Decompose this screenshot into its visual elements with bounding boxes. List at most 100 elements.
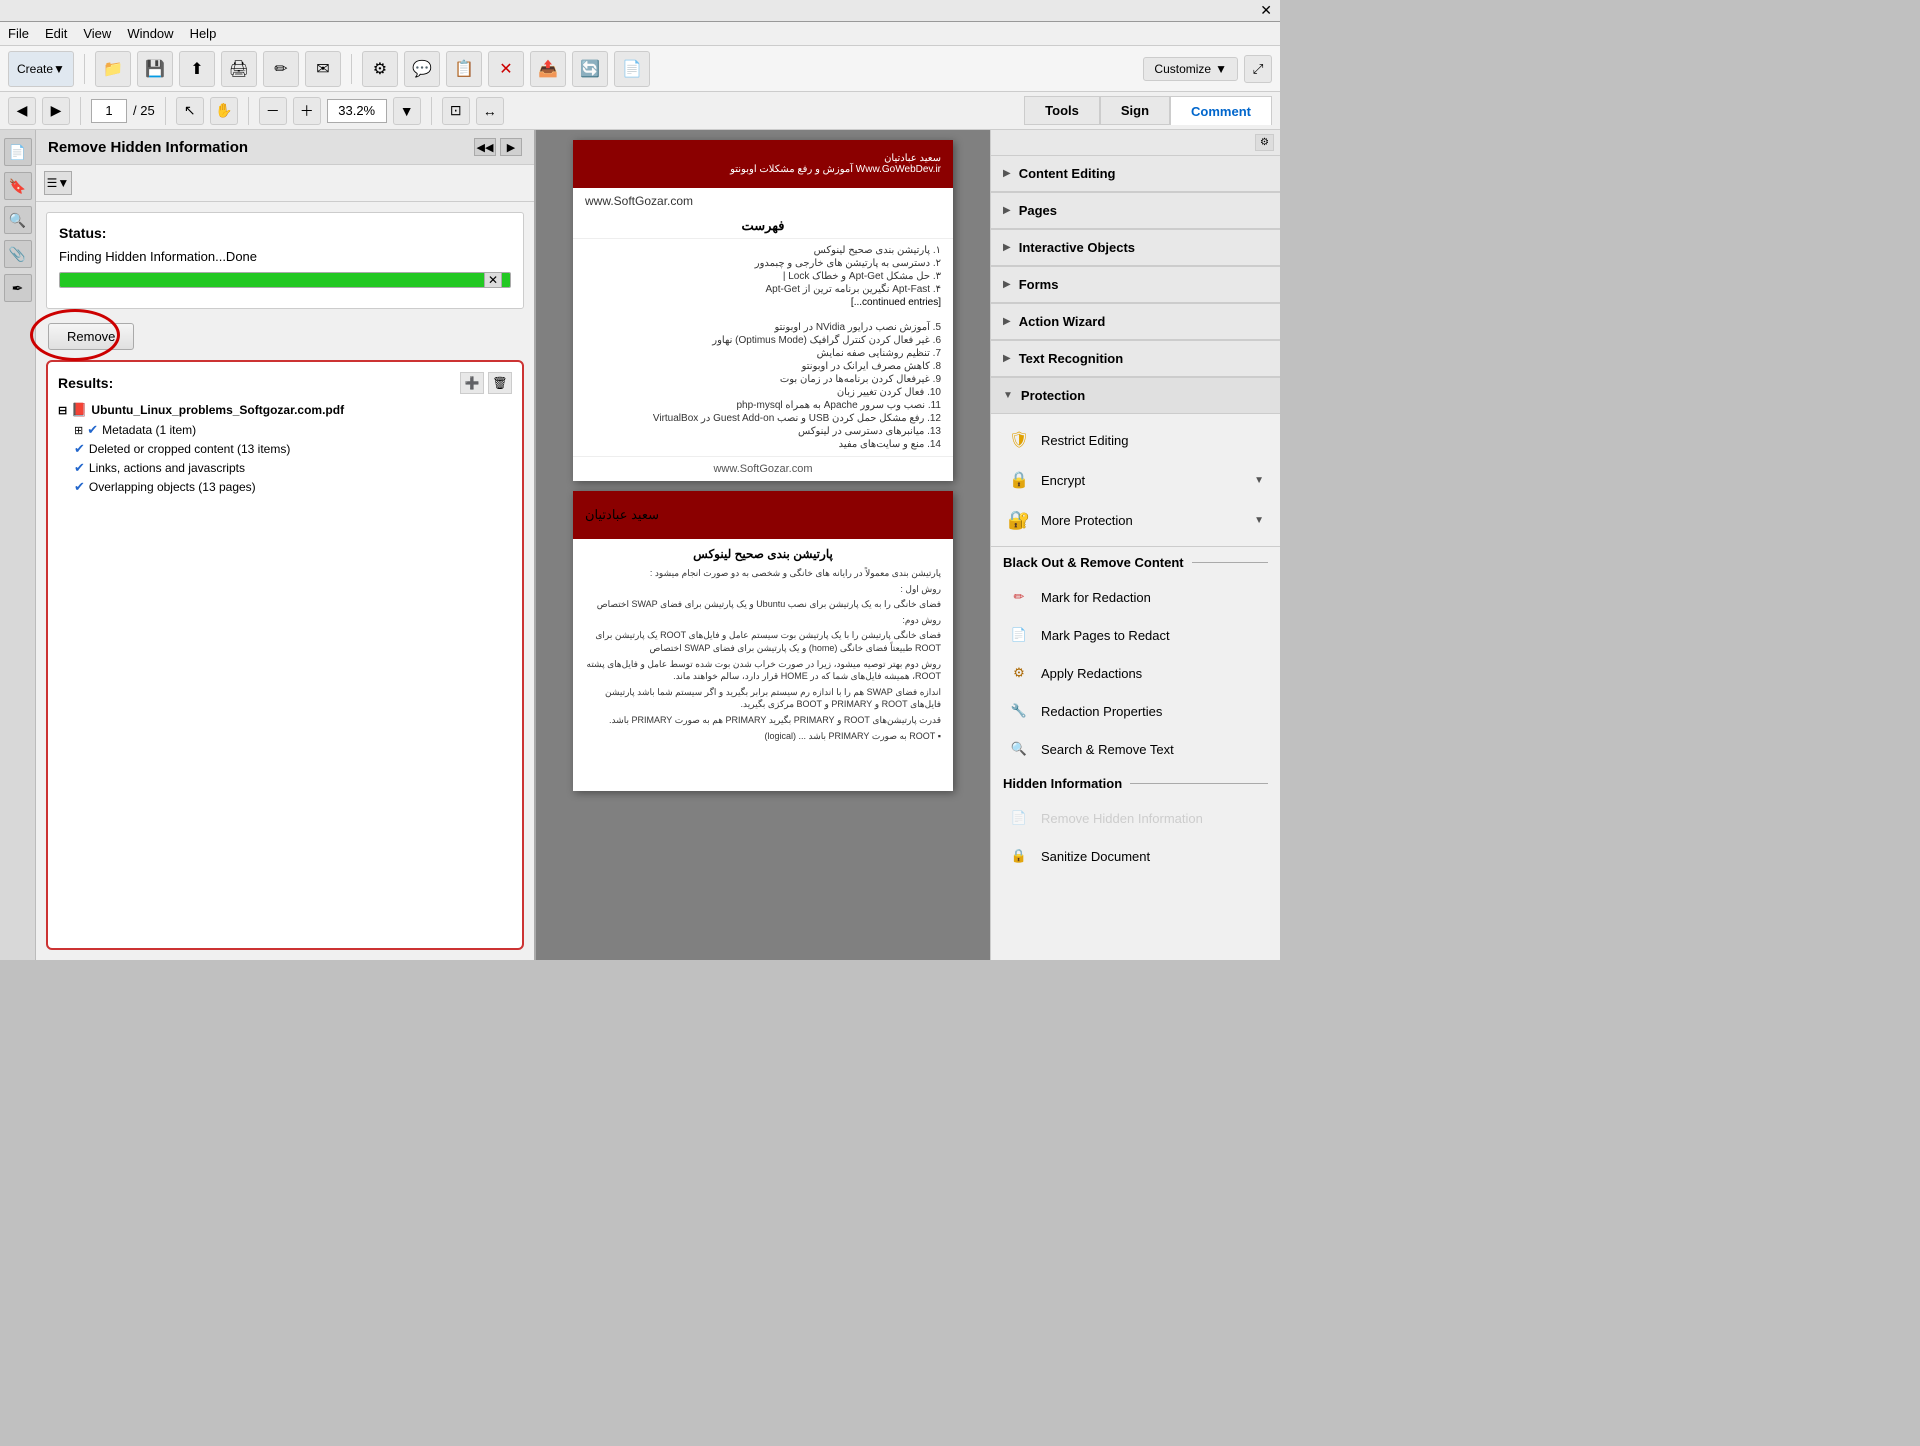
tree-metadata-text: Metadata (1 item): [102, 423, 196, 437]
fit-width[interactable]: ↔: [476, 97, 504, 125]
tab-tools[interactable]: Tools: [1024, 96, 1100, 125]
tree-links-text: Links, actions and javascripts: [89, 461, 245, 475]
refresh-button[interactable]: 🔄: [572, 51, 608, 87]
results-label: Results:: [58, 375, 113, 391]
left-sidebar: 📄 🔖 🔍 📎 ✒: [0, 130, 36, 960]
nav-back[interactable]: ◀: [8, 97, 36, 125]
sidebar-attachment-icon[interactable]: 📎: [4, 240, 32, 268]
expand-button[interactable]: ⤢: [1244, 55, 1272, 83]
tree-root-filename: Ubuntu_Linux_problems_Softgozar.com.pdf: [91, 403, 344, 417]
tree-deleted-check[interactable]: ✔: [74, 441, 85, 457]
results-header: Results: ➕ 🗑: [58, 372, 512, 394]
tree-root-item[interactable]: ⊟ 📕 Ubuntu_Linux_problems_Softgozar.com.…: [58, 402, 512, 418]
navbar: ◀ ▶ / 25 ↖ ✋ － ＋ ▼ ⊡ ↔ Tools Sign Commen…: [0, 92, 1280, 130]
close-icon[interactable]: ✕: [1260, 2, 1272, 19]
pages-label: Pages: [1019, 203, 1057, 218]
menu-edit[interactable]: Edit: [45, 26, 67, 41]
print-button[interactable]: 🖨: [221, 51, 257, 87]
forms-label: Forms: [1019, 277, 1059, 292]
right-panel-options: ⚙: [1255, 134, 1274, 151]
sidebar-page-icon[interactable]: 📄: [4, 138, 32, 166]
hidden-info-section-label: Hidden Information: [1003, 776, 1122, 791]
select-tool[interactable]: ↖: [176, 97, 204, 125]
pages-arrow: ▶: [1003, 205, 1011, 216]
menu-window[interactable]: Window: [127, 26, 173, 41]
panel-nav: ◀◀ ▶: [474, 138, 522, 156]
pdf-page2-para4: روش دوم:: [585, 614, 941, 627]
edit-button[interactable]: ✏: [263, 51, 299, 87]
export-button[interactable]: 📤: [530, 51, 566, 87]
text-recognition-label: Text Recognition: [1019, 351, 1123, 366]
pdf-page2-para1: پارتیشن بندی معمولاً در رایانه های خانگی…: [585, 567, 941, 580]
create-button[interactable]: Create ▼: [8, 51, 74, 87]
pdf-page2-para6: روش دوم بهتر توصیه میشود، زیرا در صورت خ…: [585, 658, 941, 683]
sidebar-sign-icon[interactable]: ✒: [4, 274, 32, 302]
protection-encrypt: 🔒 Encrypt ▼: [991, 460, 1280, 500]
nav-separator-2: [165, 97, 166, 125]
tree-metadata-check[interactable]: ✔: [87, 422, 98, 438]
save-button[interactable]: 💾: [137, 51, 173, 87]
create-arrow: ▼: [53, 62, 65, 76]
panel-nav-next[interactable]: ▶: [500, 138, 522, 156]
redaction-properties-icon: 🔧: [1007, 699, 1031, 723]
progress-bar: ✕: [59, 272, 511, 288]
more-protection-label: More Protection: [1041, 513, 1244, 528]
tab-comment[interactable]: Comment: [1170, 96, 1272, 125]
main-layout: 📄 🔖 🔍 📎 ✒ Remove Hidden Information ◀◀ ▶…: [0, 130, 1280, 960]
pdf-page-1: سعید عبادتیان Www.GoWebDev.ir آموزش و رف…: [573, 140, 953, 481]
mark-pages-label: Mark Pages to Redact: [1041, 628, 1170, 643]
remove-hidden-label: Remove Hidden Information: [1041, 811, 1203, 826]
reject-button[interactable]: ✕: [488, 51, 524, 87]
pdf-button[interactable]: 📄: [614, 51, 650, 87]
results-add-button[interactable]: ➕: [460, 372, 484, 394]
upload-button[interactable]: ⬆: [179, 51, 215, 87]
action-remove-hidden-info: 📄 Remove Hidden Information: [991, 799, 1280, 837]
tab-sign[interactable]: Sign: [1100, 96, 1170, 125]
tree-metadata-expand[interactable]: ⊞: [74, 424, 83, 437]
tree-item-links: ✔ Links, actions and javascripts: [74, 460, 512, 476]
pdf-page2-header: سعید عبادتیان: [573, 491, 953, 539]
email-button[interactable]: ✉: [305, 51, 341, 87]
toolbar-separator-1: [84, 54, 85, 84]
page-number-input[interactable]: [91, 99, 127, 123]
sidebar-search-icon[interactable]: 🔍: [4, 206, 32, 234]
menu-help[interactable]: Help: [190, 26, 217, 41]
panel-nav-prev[interactable]: ◀◀: [474, 138, 496, 156]
menu-file[interactable]: File: [8, 26, 29, 41]
remove-button[interactable]: Remove: [48, 323, 134, 350]
action-wizard-label: Action Wizard: [1019, 314, 1106, 329]
zoom-in[interactable]: ＋: [293, 97, 321, 125]
fit-page[interactable]: ⊡: [442, 97, 470, 125]
customize-button[interactable]: Customize ▼: [1143, 57, 1238, 81]
pdf-page1-title: فهرست: [573, 214, 953, 239]
hand-tool[interactable]: ✋: [210, 97, 238, 125]
open-button[interactable]: 📁: [95, 51, 131, 87]
stamp-button[interactable]: 📋: [446, 51, 482, 87]
zoom-arrow[interactable]: ▼: [393, 97, 421, 125]
panel-menu-button[interactable]: ☰▼: [44, 171, 72, 195]
menu-view[interactable]: View: [83, 26, 111, 41]
settings-button[interactable]: ⚙: [362, 51, 398, 87]
section-text-recognition-header: ▶ Text Recognition: [991, 341, 1280, 377]
tree-links-check[interactable]: ✔: [74, 460, 85, 476]
zoom-out[interactable]: －: [259, 97, 287, 125]
progress-close-button[interactable]: ✕: [484, 272, 502, 288]
sidebar-bookmark-icon[interactable]: 🔖: [4, 172, 32, 200]
pdf-page2-para5: فضای خانگی پارتیشن را با یک پارتیشن بوت …: [585, 629, 941, 654]
tree-root-expand[interactable]: ⊟: [58, 404, 67, 417]
tree-item-metadata: ⊞ ✔ Metadata (1 item): [74, 422, 512, 438]
toc-item-4: ۴. Apt-Fast نگیرین برنامه ترین از Apt-Ge…: [585, 284, 941, 295]
zoom-input[interactable]: [327, 99, 387, 123]
results-remove-button[interactable]: 🗑: [488, 372, 512, 394]
apply-redactions-icon: ⚙: [1007, 661, 1031, 685]
comment-button[interactable]: 💬: [404, 51, 440, 87]
tree-overlapping-check[interactable]: ✔: [74, 479, 85, 495]
progress-bar-fill: [60, 273, 510, 287]
remove-hidden-icon: 📄: [1007, 806, 1031, 830]
encrypt-icon: 🔒: [1007, 468, 1031, 492]
section-pages-header: ▶ Pages: [991, 193, 1280, 229]
section-forms-header: ▶ Forms: [991, 267, 1280, 303]
restrict-editing-label: Restrict Editing: [1041, 433, 1264, 448]
protection-body: 🛡 Restrict Editing 🔒 Encrypt ▼ 🔐 More Pr…: [991, 414, 1280, 546]
nav-forward[interactable]: ▶: [42, 97, 70, 125]
